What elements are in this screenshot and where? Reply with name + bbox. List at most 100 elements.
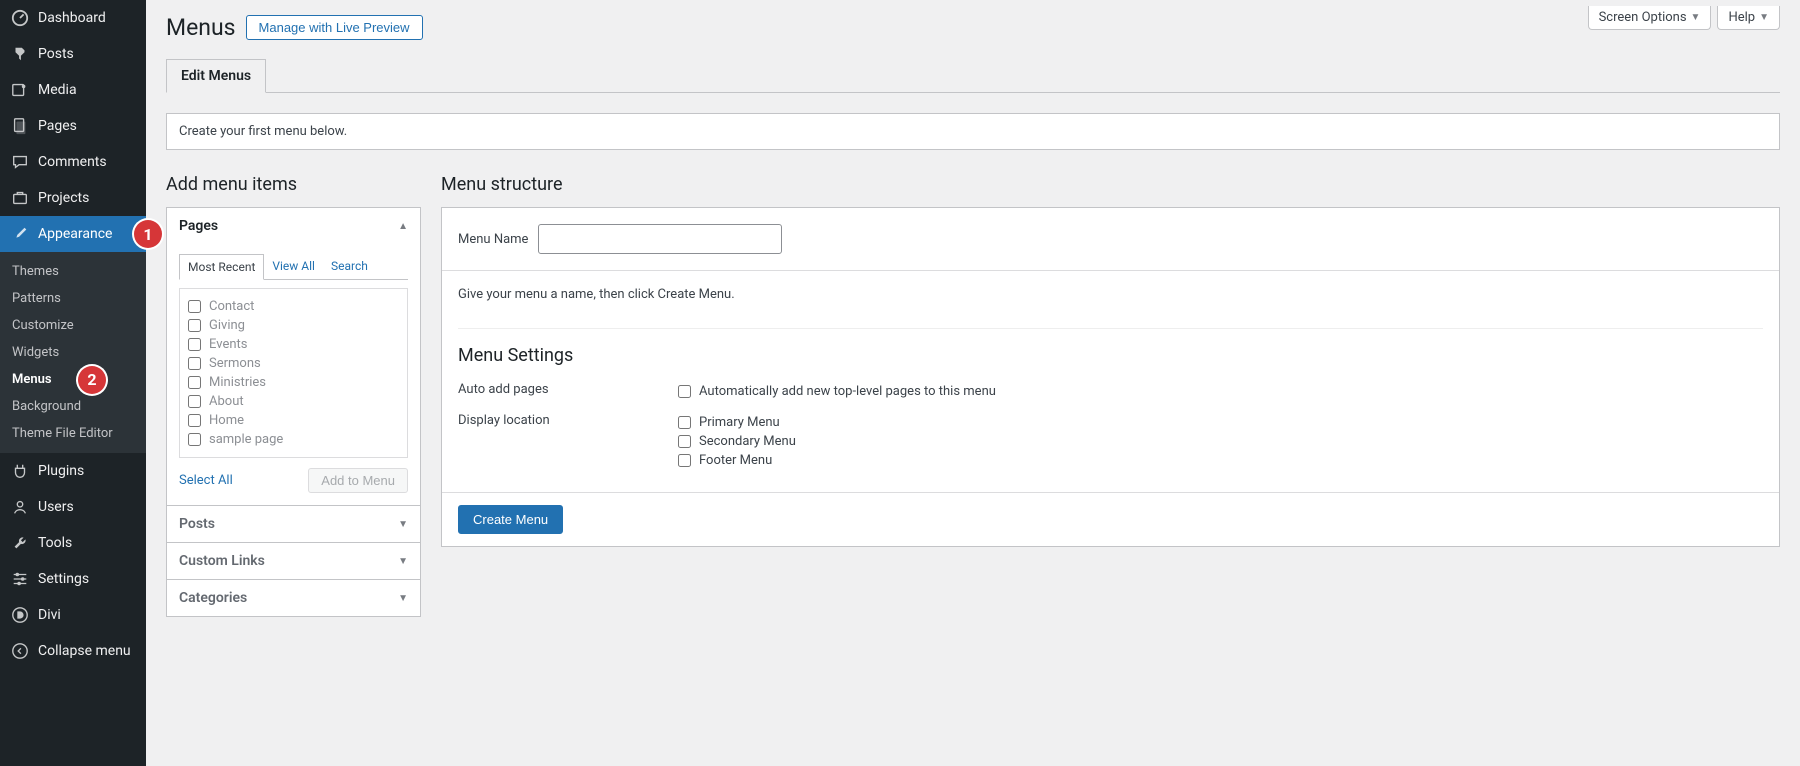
page-checkbox[interactable]	[188, 338, 201, 351]
tab-search[interactable]: Search	[323, 254, 376, 279]
sidebar-label: Collapse menu	[38, 643, 131, 659]
submenu-theme-file-editor[interactable]: Theme File Editor	[0, 420, 146, 447]
sidebar-label: Users	[38, 499, 74, 515]
page-checkbox[interactable]	[188, 300, 201, 313]
submenu-label: Menus	[12, 372, 52, 387]
accordion-pages: Pages ▲ Most Recent View All Search Cont…	[166, 207, 421, 506]
sidebar-item-projects[interactable]: Projects	[0, 180, 146, 216]
submenu-themes[interactable]: Themes	[0, 258, 146, 285]
page-checkbox[interactable]	[188, 376, 201, 389]
page-checkbox-row[interactable]: Home	[188, 411, 399, 430]
page-checkbox[interactable]	[188, 357, 201, 370]
location-checkbox[interactable]	[678, 435, 691, 448]
admin-sidebar: Dashboard Posts Media Pages Comments Pro…	[0, 0, 146, 766]
caret-down-icon: ▼	[1691, 12, 1701, 23]
page-checkbox-row[interactable]: Giving	[188, 316, 399, 335]
sidebar-item-dashboard[interactable]: Dashboard	[0, 0, 146, 36]
sidebar-item-pages[interactable]: Pages	[0, 108, 146, 144]
screen-options-button[interactable]: Screen Options ▼	[1588, 6, 1712, 30]
help-button[interactable]: Help ▼	[1717, 6, 1780, 30]
pages-inner-tabs: Most Recent View All Search	[179, 254, 408, 280]
pin-icon	[10, 44, 30, 64]
plugin-icon	[10, 461, 30, 481]
page-checkbox-row[interactable]: About	[188, 392, 399, 411]
location-option[interactable]: Secondary Menu	[678, 432, 796, 451]
menu-structure-panel: Menu Name Give your menu a name, then cl…	[441, 207, 1780, 547]
location-option[interactable]: Footer Menu	[678, 451, 796, 470]
page-label: Contact	[209, 299, 254, 314]
accordion-custom-links-header[interactable]: Custom Links ▼	[167, 543, 420, 579]
accordion-title: Pages	[179, 218, 218, 234]
location-checkbox[interactable]	[678, 454, 691, 467]
page-checkbox-row[interactable]: Contact	[188, 297, 399, 316]
page-checkbox[interactable]	[188, 395, 201, 408]
accordion-title: Posts	[179, 516, 215, 532]
screen-options-label: Screen Options	[1599, 10, 1687, 25]
tab-edit-menus[interactable]: Edit Menus	[166, 59, 266, 93]
page-label: sample page	[209, 432, 283, 447]
page-checkbox[interactable]	[188, 319, 201, 332]
sidebar-item-comments[interactable]: Comments	[0, 144, 146, 180]
page-label: Events	[209, 337, 247, 352]
page-checkbox[interactable]	[188, 414, 201, 427]
wrench-icon	[10, 533, 30, 553]
accordion-title: Custom Links	[179, 553, 265, 569]
accordion-posts: Posts ▼	[166, 505, 421, 543]
sidebar-item-plugins[interactable]: Plugins	[0, 453, 146, 489]
collapse-icon	[10, 641, 30, 661]
menu-name-input[interactable]	[538, 224, 782, 254]
sidebar-item-divi[interactable]: Divi	[0, 597, 146, 633]
menu-hint: Give your menu a name, then click Create…	[442, 271, 1779, 318]
sidebar-label: Plugins	[38, 463, 84, 479]
add-to-menu-button[interactable]: Add to Menu	[308, 468, 408, 493]
sidebar-item-media[interactable]: Media	[0, 72, 146, 108]
sidebar-item-settings[interactable]: Settings	[0, 561, 146, 597]
portfolio-icon	[10, 188, 30, 208]
location-text: Footer Menu	[699, 453, 772, 468]
tab-most-recent[interactable]: Most Recent	[179, 254, 264, 280]
page-title: Menus	[166, 14, 236, 41]
accordion-title: Categories	[179, 590, 247, 606]
submenu-menus[interactable]: Menus 2	[0, 366, 146, 393]
page-checkbox-row[interactable]: Sermons	[188, 354, 399, 373]
location-option[interactable]: Primary Menu	[678, 413, 796, 432]
live-preview-button[interactable]: Manage with Live Preview	[246, 15, 423, 40]
help-label: Help	[1728, 10, 1755, 25]
sidebar-item-collapse[interactable]: Collapse menu	[0, 633, 146, 669]
location-text: Primary Menu	[699, 415, 780, 430]
sidebar-item-appearance[interactable]: Appearance 1	[0, 216, 146, 252]
page-checkbox-row[interactable]: Ministries	[188, 373, 399, 392]
location-checkbox[interactable]	[678, 416, 691, 429]
sidebar-item-users[interactable]: Users	[0, 489, 146, 525]
step-badge-2: 2	[78, 366, 106, 394]
create-menu-button[interactable]: Create Menu	[458, 505, 563, 534]
tab-view-all[interactable]: View All	[264, 254, 323, 279]
sidebar-item-tools[interactable]: Tools	[0, 525, 146, 561]
menu-settings-heading: Menu Settings	[458, 328, 1763, 366]
sidebar-label: Comments	[38, 154, 107, 170]
accordion-categories-header[interactable]: Categories ▼	[167, 580, 420, 616]
auto-add-option[interactable]: Automatically add new top-level pages to…	[678, 382, 996, 401]
submenu-widgets[interactable]: Widgets	[0, 339, 146, 366]
pages-checklist: Contact Giving Events Sermons Ministries…	[179, 288, 408, 458]
submenu-background[interactable]: Background	[0, 393, 146, 420]
page-label: Home	[209, 413, 244, 428]
select-all-link[interactable]: Select All	[179, 473, 233, 488]
accordion-pages-header[interactable]: Pages ▲	[167, 208, 420, 244]
page-checkbox[interactable]	[188, 433, 201, 446]
submenu-customize[interactable]: Customize	[0, 312, 146, 339]
submenu-patterns[interactable]: Patterns	[0, 285, 146, 312]
auto-add-checkbox[interactable]	[678, 385, 691, 398]
pages-icon	[10, 116, 30, 136]
menu-name-label: Menu Name	[458, 232, 528, 247]
page-checkbox-row[interactable]: sample page	[188, 430, 399, 449]
accordion-custom-links: Custom Links ▼	[166, 542, 421, 580]
sidebar-item-posts[interactable]: Posts	[0, 36, 146, 72]
media-icon	[10, 80, 30, 100]
sidebar-label: Settings	[38, 571, 89, 587]
page-checkbox-row[interactable]: Events	[188, 335, 399, 354]
accordion-posts-header[interactable]: Posts ▼	[167, 506, 420, 542]
auto-add-label: Auto add pages	[458, 382, 678, 397]
nav-tabs: Edit Menus	[166, 59, 1780, 93]
page-label: Giving	[209, 318, 245, 333]
